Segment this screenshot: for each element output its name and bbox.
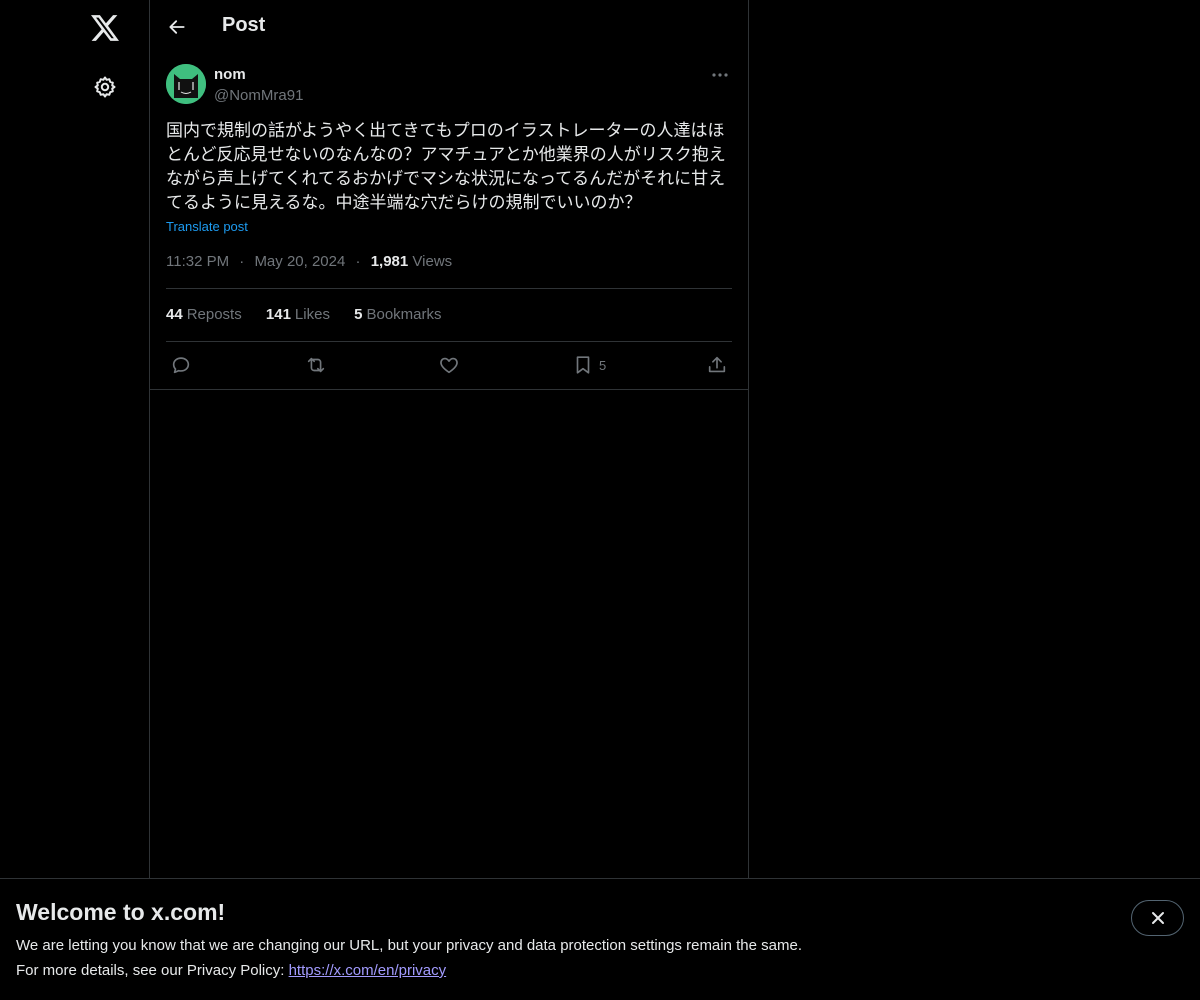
avatar-cat-icon [166, 64, 206, 104]
page-header: Post [150, 0, 748, 54]
back-button[interactable] [160, 10, 194, 44]
banner-message: We are letting you know that we are chan… [16, 937, 802, 954]
left-nav [0, 0, 150, 1000]
reposts-count: 44 [166, 306, 183, 323]
close-icon [1151, 912, 1164, 924]
gear-icon [94, 76, 116, 98]
bookmarks-stat[interactable]: 5 Bookmarks [354, 306, 441, 323]
like-button[interactable] [438, 350, 460, 380]
divider [166, 288, 732, 289]
likes-stat[interactable]: 141 Likes [266, 306, 330, 323]
reposts-label: Reposts [186, 306, 242, 323]
main-column: Post nom @NomMra91 国内で規制の話がようやく出てきてもプロのイ… [149, 0, 749, 1000]
reply-icon [172, 357, 190, 374]
post-actions: 5 [166, 350, 732, 380]
bookmark-icon [576, 356, 590, 374]
post-author: nom @NomMra91 [166, 64, 732, 108]
privacy-policy-link[interactable]: https://x.com/en/privacy [289, 962, 447, 979]
reply-button[interactable] [170, 350, 192, 380]
post-text: 国内で規制の話がようやく出てきてもプロのイラストレーターの人達はほとんど反応見せ… [166, 121, 726, 213]
separator: · [355, 253, 361, 270]
reposts-stat[interactable]: 44 Reposts [166, 306, 242, 323]
page-title: Post [222, 14, 266, 36]
translate-post-link[interactable]: Translate post [166, 219, 248, 234]
share-button[interactable] [706, 350, 728, 380]
views-label: Views [412, 253, 453, 270]
likes-count: 141 [265, 306, 291, 323]
author-name[interactable]: nom [214, 66, 246, 83]
bookmarks-label: Bookmarks [366, 306, 442, 323]
post-meta: 11:32 PM · May 20, 2024 · 1,981 Views [166, 253, 452, 270]
more-horizontal-icon [712, 73, 728, 77]
bookmarks-count: 5 [354, 306, 363, 323]
x-logo-icon [91, 15, 119, 41]
banner-close-button[interactable] [1131, 900, 1184, 936]
author-handle[interactable]: @NomMra91 [214, 87, 303, 104]
post-stats: 44 Reposts 141 Likes 5 Bookmarks [166, 306, 462, 323]
share-icon [708, 356, 726, 373]
arrow-left-icon [169, 20, 185, 34]
repost-icon [307, 357, 325, 373]
heart-icon [440, 357, 458, 374]
bookmark-count: 5 [599, 357, 607, 373]
welcome-banner: Welcome to x.com! We are letting you kno… [0, 878, 1200, 1000]
views-count: 1,981 [370, 253, 409, 270]
avatar[interactable] [166, 64, 206, 104]
settings-button[interactable] [80, 62, 130, 112]
post-time[interactable]: 11:32 PM [166, 253, 229, 270]
home-logo-link[interactable] [80, 3, 130, 53]
divider [150, 389, 748, 390]
repost-button[interactable] [304, 350, 328, 380]
more-options-button[interactable] [708, 64, 732, 86]
banner-policy-text: For more details, see our Privacy Policy… [16, 962, 446, 979]
bookmark-button[interactable]: 5 [572, 350, 606, 380]
likes-label: Likes [294, 306, 330, 323]
banner-title: Welcome to x.com! [16, 899, 226, 925]
divider [166, 341, 732, 342]
banner-policy-prefix: For more details, see our Privacy Policy… [16, 962, 289, 979]
post-date[interactable]: May 20, 2024 [254, 253, 345, 270]
separator: · [239, 253, 245, 270]
